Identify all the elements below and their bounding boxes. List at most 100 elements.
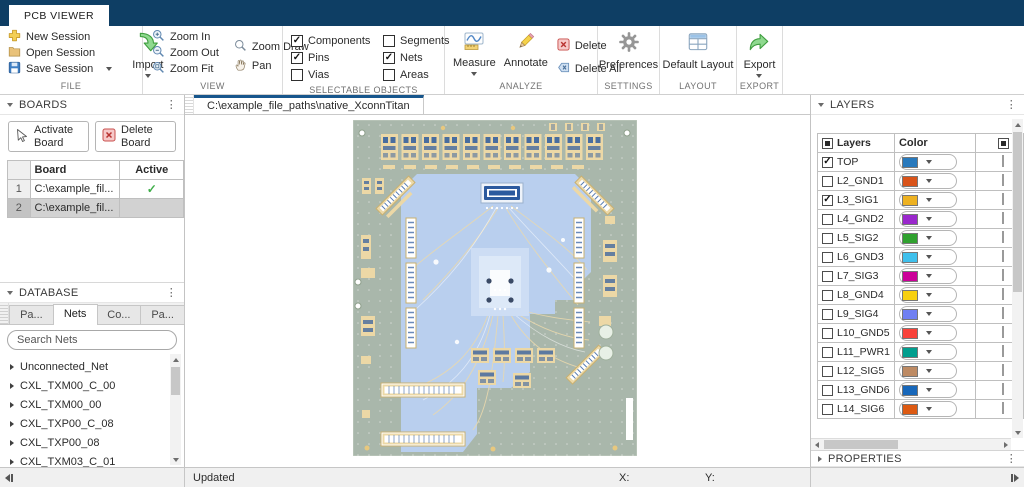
layer-color-dropdown[interactable] bbox=[899, 401, 957, 417]
document-tab[interactable]: C:\example_file_paths\native_XconnTitan bbox=[194, 95, 424, 114]
layer-color-dropdown[interactable] bbox=[899, 325, 957, 341]
collapse-right-panel-icon[interactable] bbox=[1011, 474, 1019, 482]
measure-button[interactable]: Measure bbox=[449, 29, 500, 76]
checkbox[interactable]: ✓ bbox=[291, 35, 303, 47]
layer-color-dropdown[interactable] bbox=[899, 268, 957, 284]
layer-color-dropdown[interactable] bbox=[899, 192, 957, 208]
table-row[interactable]: ✓TOP bbox=[818, 153, 1024, 172]
chevron-down-icon[interactable] bbox=[7, 291, 13, 295]
layer-visible-checkbox[interactable] bbox=[822, 290, 833, 301]
save-session-button[interactable]: Save Session bbox=[5, 61, 115, 77]
select-all-checkbox[interactable] bbox=[998, 138, 1009, 149]
layer-visible-checkbox[interactable] bbox=[822, 404, 833, 415]
export-button[interactable]: Export bbox=[740, 29, 780, 78]
layer-visible-checkbox[interactable] bbox=[822, 347, 833, 358]
table-row[interactable]: L9_SIG4 bbox=[818, 305, 1024, 324]
table-row[interactable]: L5_SIG2 bbox=[818, 229, 1024, 248]
table-row[interactable]: ✓L3_SIG1 bbox=[818, 191, 1024, 210]
table-row[interactable]: 1 C:\example_fil... ✓ bbox=[8, 180, 184, 199]
expand-arrow-icon[interactable] bbox=[10, 459, 14, 465]
delete-board-button[interactable]: Delete Board bbox=[95, 121, 176, 152]
chevron-down-icon[interactable] bbox=[106, 67, 112, 71]
checkbox-vias[interactable]: Vias bbox=[291, 66, 383, 83]
zoom-out-button[interactable]: Zoom Out bbox=[149, 45, 222, 61]
layers-vertical-scrollbar[interactable] bbox=[1012, 119, 1023, 438]
list-item[interactable]: CXL_TXP00_C_08 bbox=[0, 414, 184, 433]
annotate-button[interactable]: Annotate bbox=[500, 29, 552, 69]
chevron-down-icon[interactable] bbox=[7, 103, 13, 107]
new-session-button[interactable]: New Session bbox=[5, 29, 115, 45]
table-row[interactable]: 2 C:\example_fil... bbox=[8, 199, 184, 218]
table-row[interactable]: L13_GND6 bbox=[818, 381, 1024, 400]
layer-visible-checkbox[interactable] bbox=[822, 328, 833, 339]
database-panel-header[interactable]: DATABASE ⋮ bbox=[0, 283, 184, 303]
list-item[interactable]: CXL_TXP00_08 bbox=[0, 433, 184, 452]
search-nets-input[interactable] bbox=[7, 330, 177, 350]
checkbox-nets[interactable]: ✓Nets bbox=[383, 49, 451, 66]
tab-parts[interactable]: Pa... bbox=[9, 305, 54, 324]
kebab-menu-icon[interactable]: ⋮ bbox=[166, 98, 177, 111]
expand-arrow-icon[interactable] bbox=[10, 364, 14, 370]
zoom-fit-button[interactable]: Zoom Fit bbox=[149, 61, 222, 77]
kebab-menu-icon[interactable]: ⋮ bbox=[1006, 452, 1017, 465]
nets-scrollbar[interactable] bbox=[170, 354, 181, 465]
layer-visible-checkbox[interactable] bbox=[822, 271, 833, 282]
tab-components[interactable]: Co... bbox=[97, 305, 142, 324]
zoom-in-button[interactable]: Zoom In bbox=[149, 29, 222, 45]
layer-color-dropdown[interactable] bbox=[899, 249, 957, 265]
checkbox[interactable] bbox=[383, 35, 395, 47]
layer-color-dropdown[interactable] bbox=[899, 363, 957, 379]
table-row[interactable]: L12_SIG5 bbox=[818, 362, 1024, 381]
table-row[interactable]: L6_GND3 bbox=[818, 248, 1024, 267]
layer-visible-checkbox[interactable] bbox=[822, 309, 833, 320]
layer-visible-checkbox[interactable] bbox=[822, 385, 833, 396]
table-row[interactable]: L14_SIG6 bbox=[818, 400, 1024, 419]
checkbox-areas[interactable]: Areas bbox=[383, 66, 451, 83]
layer-color-dropdown[interactable] bbox=[899, 344, 957, 360]
list-item[interactable]: CXL_TXM03_C_01 bbox=[0, 452, 184, 467]
table-row[interactable]: L8_GND4 bbox=[818, 286, 1024, 305]
checkbox-components[interactable]: ✓Components bbox=[291, 32, 383, 49]
layer-color-dropdown[interactable] bbox=[899, 287, 957, 303]
checkbox-segments[interactable]: Segments bbox=[383, 32, 451, 49]
tab-pads[interactable]: Pa... bbox=[140, 305, 185, 324]
pcb-canvas[interactable] bbox=[185, 115, 810, 467]
activate-board-button[interactable]: Activate Board bbox=[8, 121, 89, 152]
expand-arrow-icon[interactable] bbox=[10, 421, 14, 427]
expand-arrow-icon[interactable] bbox=[10, 402, 14, 408]
collapse-left-panel-icon[interactable] bbox=[5, 474, 13, 482]
table-row[interactable]: L10_GND5 bbox=[818, 324, 1024, 343]
list-item[interactable]: CXL_TXM00_00 bbox=[0, 395, 184, 414]
list-item[interactable]: CXL_TXM00_C_00 bbox=[0, 376, 184, 395]
table-row[interactable]: L2_GND1 bbox=[818, 172, 1024, 191]
pcb-board-image[interactable] bbox=[353, 120, 637, 456]
default-layout-button[interactable]: Default Layout bbox=[659, 29, 738, 71]
kebab-menu-icon[interactable]: ⋮ bbox=[1006, 98, 1017, 111]
list-item[interactable]: Unconnected_Net bbox=[0, 357, 184, 376]
checkbox[interactable]: ✓ bbox=[291, 52, 303, 64]
layer-visible-checkbox[interactable] bbox=[822, 366, 833, 377]
preferences-button[interactable]: Preferences bbox=[595, 29, 662, 71]
tab-nets[interactable]: Nets bbox=[53, 304, 98, 325]
select-all-layers-checkbox[interactable] bbox=[822, 138, 833, 149]
layers-horizontal-scrollbar[interactable] bbox=[811, 438, 1011, 450]
layer-visible-checkbox[interactable]: ✓ bbox=[822, 195, 833, 206]
layer-visible-checkbox[interactable]: ✓ bbox=[822, 157, 833, 168]
properties-panel-header[interactable]: PROPERTIES ⋮ bbox=[811, 450, 1024, 467]
checkbox-pins[interactable]: ✓Pins bbox=[291, 49, 383, 66]
open-session-button[interactable]: Open Session bbox=[5, 45, 115, 61]
tab-overflow-grip[interactable] bbox=[0, 303, 9, 324]
layer-visible-checkbox[interactable] bbox=[822, 233, 833, 244]
checkbox[interactable]: ✓ bbox=[383, 52, 395, 64]
layer-color-dropdown[interactable] bbox=[899, 173, 957, 189]
layer-color-dropdown[interactable] bbox=[899, 230, 957, 246]
layer-visible-checkbox[interactable] bbox=[822, 176, 833, 187]
table-row[interactable]: L11_PWR1 bbox=[818, 343, 1024, 362]
layers-panel-header[interactable]: LAYERS ⋮ bbox=[811, 95, 1024, 115]
tab-pcb-viewer[interactable]: PCB VIEWER bbox=[9, 5, 109, 26]
layer-color-dropdown[interactable] bbox=[899, 306, 957, 322]
layer-visible-checkbox[interactable] bbox=[822, 252, 833, 263]
layer-color-dropdown[interactable] bbox=[899, 211, 957, 227]
layer-color-dropdown[interactable] bbox=[899, 382, 957, 398]
table-row[interactable]: L4_GND2 bbox=[818, 210, 1024, 229]
